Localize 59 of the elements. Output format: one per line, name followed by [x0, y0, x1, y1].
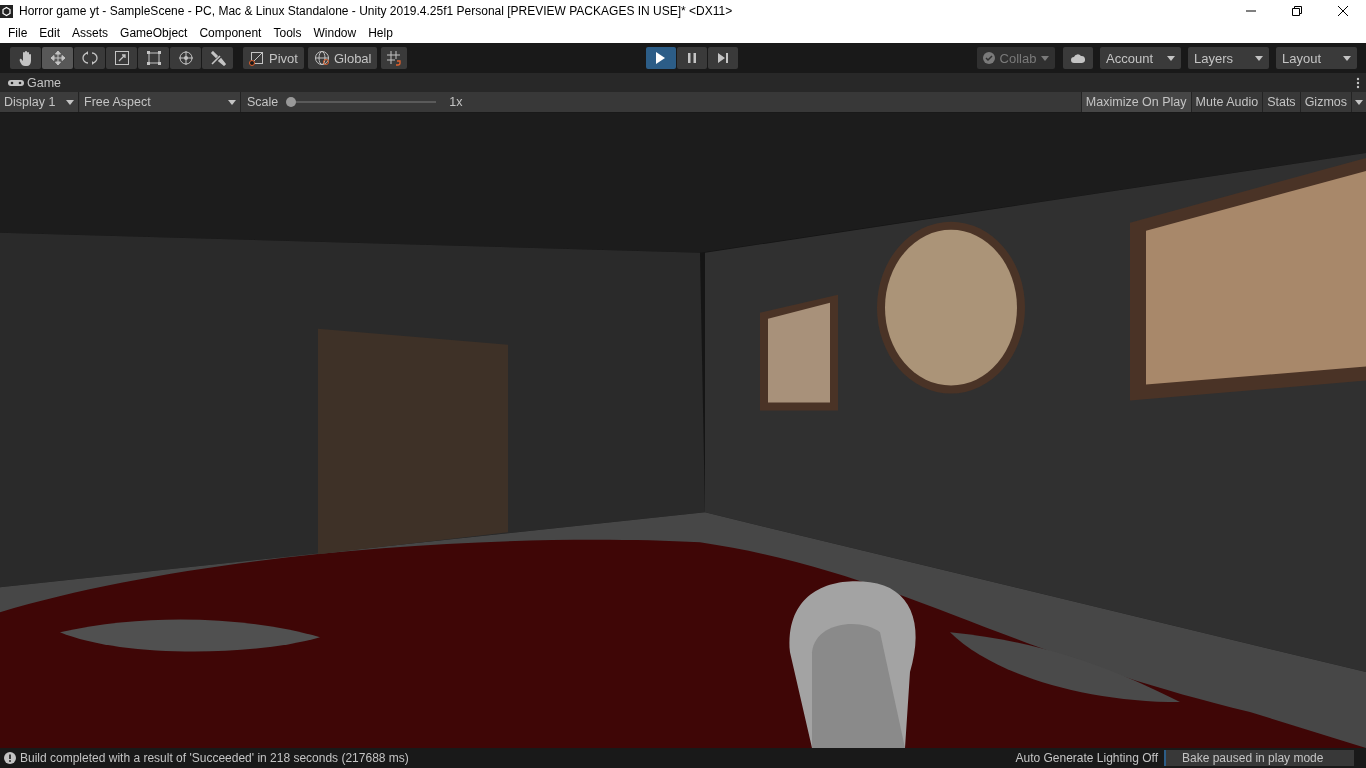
grid-snap-icon[interactable] — [386, 50, 403, 66]
rotate-icon[interactable] — [81, 50, 98, 66]
cloud-icon[interactable] — [1070, 51, 1086, 65]
custom-tool-button[interactable] — [202, 47, 233, 69]
scale-reading: 1x — [449, 95, 463, 109]
menu-item[interactable]: GameObject — [114, 25, 194, 40]
global-button[interactable]: Global — [307, 47, 378, 69]
snap-button[interactable] — [381, 47, 408, 69]
menu-item[interactable]: Tools — [267, 25, 308, 40]
rect-tool-button[interactable] — [138, 47, 169, 69]
lighting-status: Auto Generate Lighting Off — [1015, 751, 1158, 765]
caret-icon — [1343, 55, 1351, 61]
move-icon[interactable] — [49, 50, 66, 66]
toggle-button[interactable]: Maximize On Play — [1080, 92, 1191, 112]
play-button[interactable] — [646, 47, 677, 69]
pivot-button[interactable]: Pivot — [243, 47, 304, 69]
globe-icon[interactable] — [313, 50, 330, 66]
pivot-icon[interactable] — [249, 50, 265, 66]
scale-tool-button[interactable] — [106, 47, 137, 69]
move-tool-button[interactable] — [42, 47, 73, 69]
menu-item[interactable]: Edit — [33, 25, 67, 40]
display-dropdown[interactable]: Display 1 — [0, 92, 79, 112]
caret-icon — [228, 99, 236, 105]
gamepad-icon — [8, 78, 24, 87]
close-icon[interactable] — [1338, 6, 1348, 16]
step-button[interactable] — [708, 47, 739, 69]
pause-button[interactable] — [677, 47, 708, 69]
menu-item[interactable]: Window — [307, 25, 363, 40]
cloud-button[interactable] — [1063, 47, 1093, 69]
gizmos-menu-button[interactable] — [1351, 92, 1366, 112]
account-dropdown[interactable]: Account — [1100, 47, 1181, 69]
hand-icon[interactable] — [17, 50, 34, 66]
aspect-dropdown[interactable]: Free Aspect — [80, 92, 241, 112]
status-message: Build completed with a result of 'Succeeded' in 218 seconds (217688 ms) — [20, 751, 410, 765]
menu-item[interactable]: File — [2, 25, 34, 40]
hand-tool-button[interactable] — [10, 47, 41, 69]
caret-icon — [1255, 55, 1263, 61]
info-icon — [4, 752, 16, 764]
rotate-tool-button[interactable] — [74, 47, 105, 69]
caret-icon — [1355, 99, 1363, 105]
menu-item[interactable]: Help — [362, 25, 399, 40]
scale-label: Scale — [247, 95, 279, 109]
menu-item[interactable]: Assets — [66, 25, 115, 40]
layers-dropdown[interactable]: Layers — [1188, 47, 1269, 69]
more-options-icon[interactable] — [1356, 76, 1360, 89]
bake-status: Bake paused in play mode — [1164, 750, 1354, 766]
caret-icon — [1041, 55, 1049, 61]
transform-tool-button[interactable] — [170, 47, 201, 69]
scale-icon[interactable] — [113, 50, 130, 66]
slider-thumb[interactable] — [286, 97, 297, 107]
caret-icon — [1167, 55, 1175, 61]
game-tab[interactable]: Game — [8, 75, 62, 90]
layout-dropdown[interactable]: Layout — [1276, 47, 1357, 69]
transform-icon[interactable] — [177, 50, 194, 66]
rect-icon[interactable] — [145, 50, 162, 66]
restore-icon[interactable] — [1292, 6, 1302, 16]
menu-item[interactable]: Component — [193, 25, 268, 40]
window-title: Horror game yt - SampleScene - PC, Mac & Linux Standalone - Unity 2019.4.25f1 Personal [PREVIEW PACKAGES IN USE]* <DX11> — [18, 4, 734, 18]
caret-icon — [66, 99, 74, 105]
